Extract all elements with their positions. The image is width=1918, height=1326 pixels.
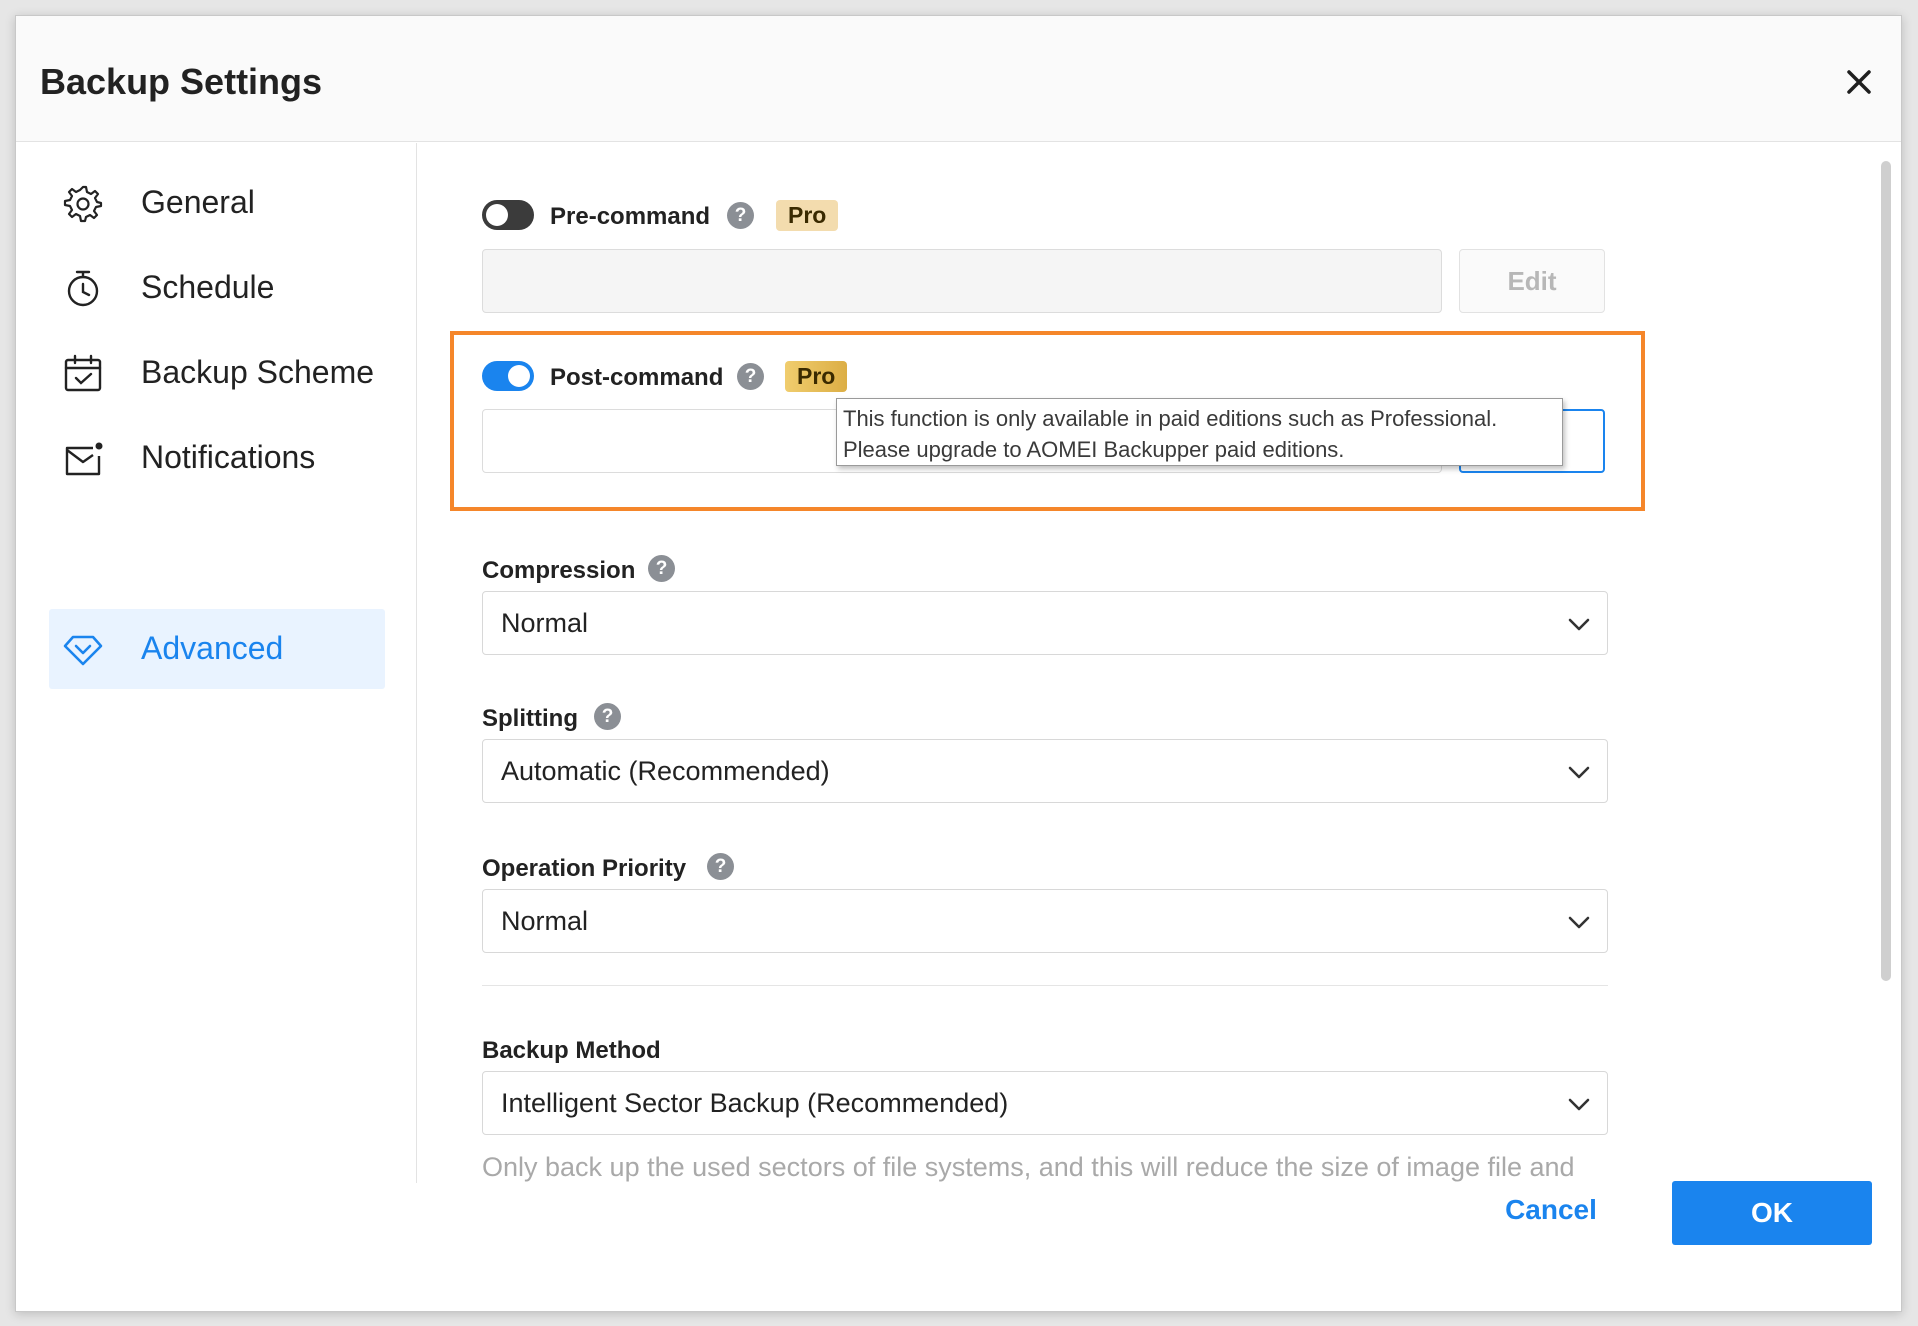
splitting-value: Automatic (Recommended) [501, 756, 830, 786]
divider [482, 985, 1608, 986]
help-icon[interactable]: ? [737, 363, 764, 390]
sidebar-item-general[interactable]: General [49, 163, 385, 243]
compression-value: Normal [501, 608, 589, 638]
post-command-toggle[interactable] [482, 361, 534, 391]
close-button[interactable] [1839, 62, 1879, 102]
pre-command-label: Pre-command [550, 203, 711, 230]
help-icon[interactable]: ? [648, 555, 675, 582]
backup-method-description: Only back up the used sectors of file sy… [482, 1152, 1575, 1182]
help-icon[interactable]: ? [727, 202, 754, 229]
tooltip-line-1: This function is only available in paid … [843, 406, 1498, 431]
sidebar-item-label: General [141, 184, 255, 220]
chevron-down-icon [1568, 916, 1590, 929]
sidebar-item-notifications[interactable]: Notifications [49, 418, 385, 498]
pre-command-toggle[interactable] [482, 200, 534, 230]
operation-priority-select[interactable]: Normal [482, 889, 1608, 953]
dialog-footer [16, 1183, 1901, 1311]
sidebar: General Schedule Backup Scheme Notificat… [16, 143, 417, 1183]
scrollbar[interactable] [1881, 161, 1891, 981]
gear-icon [63, 185, 103, 223]
title-bar: Backup Settings [16, 16, 1901, 142]
help-icon[interactable]: ? [594, 703, 621, 730]
advanced-settings-panel: Pre-command ? Pro Edit Post-command ? Pr… [418, 143, 1901, 1183]
compression-select[interactable]: Normal [482, 591, 1608, 655]
upgrade-tooltip: This function is only available in paid … [836, 398, 1563, 466]
sidebar-item-label: Advanced [141, 630, 284, 666]
close-icon [1847, 70, 1871, 94]
pre-command-input[interactable] [482, 249, 1442, 313]
backup-method-label: Backup Method [482, 1037, 661, 1064]
dialog-title: Backup Settings [40, 61, 323, 102]
backup-method-value: Intelligent Sector Backup (Recommended) [501, 1088, 1009, 1118]
calendar-check-icon [64, 354, 102, 392]
sidebar-item-backup-scheme[interactable]: Backup Scheme [49, 333, 385, 413]
pre-command-edit-button[interactable]: Edit [1459, 249, 1605, 313]
ok-button[interactable]: OK [1672, 1181, 1872, 1245]
backup-method-select[interactable]: Intelligent Sector Backup (Recommended) [482, 1071, 1608, 1135]
splitting-label: Splitting [482, 705, 578, 732]
compression-label: Compression [482, 557, 636, 584]
operation-priority-value: Normal [501, 906, 589, 936]
splitting-select[interactable]: Automatic (Recommended) [482, 739, 1608, 803]
diamond-icon [63, 635, 103, 666]
help-icon[interactable]: ? [707, 853, 734, 880]
sidebar-item-label: Schedule [141, 269, 275, 305]
cancel-button[interactable]: Cancel [1491, 1184, 1611, 1236]
operation-priority-label: Operation Priority [482, 855, 687, 882]
timer-icon [67, 270, 99, 307]
chevron-down-icon [1568, 766, 1590, 779]
mail-icon [65, 442, 103, 476]
sidebar-item-label: Backup Scheme [141, 354, 375, 390]
sidebar-item-label: Notifications [141, 439, 316, 475]
sidebar-item-advanced[interactable]: Advanced [49, 609, 385, 689]
tooltip-line-2: Please upgrade to AOMEI Backupper paid e… [843, 437, 1345, 462]
sidebar-item-schedule[interactable]: Schedule [49, 248, 385, 328]
backup-settings-dialog: Backup Settings General Schedule Backup … [15, 15, 1902, 1312]
post-command-label: Post-command [550, 364, 724, 391]
chevron-down-icon [1568, 618, 1590, 631]
pro-badge: Pro [776, 200, 839, 231]
chevron-down-icon [1568, 1098, 1590, 1111]
pro-badge: Pro [785, 361, 848, 392]
